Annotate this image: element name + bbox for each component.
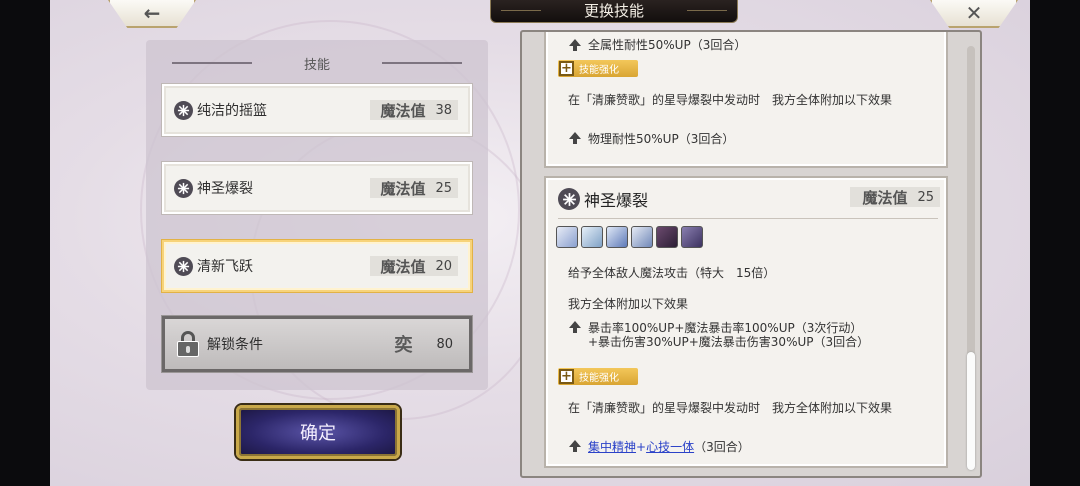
buff-text: 物理耐性50%UP（3回合） (588, 132, 735, 146)
header-ornament-right (382, 62, 462, 64)
link-suffix: （3回合） (694, 440, 750, 454)
enhance-description: 在「清廉赞歌」的星导爆裂中发动时 我方全体附加以下效果 (568, 401, 893, 415)
skill-item-pure-cradle[interactable]: 纯洁的摇篮 魔法值 38 (162, 84, 472, 136)
buff-links: 集中精神+心技一体（3回合） (588, 440, 750, 454)
skill-name: 神圣爆裂 (197, 181, 253, 197)
mp-value: 38 (435, 102, 452, 118)
card-title: 神圣爆裂 (558, 187, 648, 211)
star-burst-icon (174, 178, 193, 198)
wave-icon (681, 226, 703, 248)
buff-up-icon (569, 132, 581, 144)
buff-up-icon (569, 321, 581, 333)
skill-item-fresh-leap[interactable]: 清新飞跃 魔法值 20 (162, 240, 472, 292)
plus-icon: + (559, 61, 574, 76)
link-separator: + (636, 440, 647, 454)
link-heart-skill[interactable]: 心技一体 (646, 440, 694, 454)
skill-name: 纯洁的摇篮 (197, 103, 267, 119)
close-button[interactable]: ✕ (930, 0, 1018, 28)
mp-value: 25 (435, 180, 452, 196)
unlock-stamp-icon: 奕 (394, 335, 413, 356)
effect-icon-row (556, 226, 703, 248)
star-burst-icon (174, 100, 193, 120)
skill-enhance-tag: + 技能强化 (558, 368, 638, 385)
mp-label: 魔法值 (380, 257, 426, 276)
buff-text: 暴击率100%UP+魔法暴击率100%UP（3次行动） (588, 321, 863, 335)
back-button[interactable]: ← (108, 0, 196, 28)
mp-value: 25 (917, 189, 934, 205)
star-burst-icon (558, 188, 580, 210)
skill-enhance-label: 技能强化 (579, 65, 619, 76)
portrait-icon (656, 226, 678, 248)
skill-name: 清新飞跃 (197, 259, 253, 275)
skill-description: 给予全体敌人魔法攻击（特大 15倍） (568, 266, 776, 280)
enhance-description: 在「清廉赞歌」的星导爆裂中发动时 我方全体附加以下效果 (568, 93, 893, 107)
star-burst-icon (174, 256, 193, 276)
skill-list-title: 技能 (303, 58, 330, 73)
divider (558, 218, 938, 219)
wing-icon (556, 226, 578, 248)
title-ornament-left (501, 10, 541, 11)
page-title: 更换技能 (490, 0, 738, 23)
skill-list-panel: 技能 纯洁的摇篮 魔法值 38 神圣爆裂 魔法值 25 清新飞跃 魔法值 20 … (146, 40, 488, 390)
skill-enhance-label: 技能强化 (579, 373, 619, 384)
unlock-value: 80 (436, 336, 453, 352)
back-arrow-icon: ← (143, 1, 161, 25)
confirm-button[interactable]: 确定 (236, 405, 400, 459)
skill-list-header: 技能 (146, 54, 488, 73)
mp-cost: 魔法值 25 (370, 178, 458, 198)
buff-text: 全属性耐性50%UP（3回合） (588, 38, 747, 52)
skill-description: 我方全体附加以下效果 (568, 297, 689, 311)
skill-detail-card-holy-burst: 神圣爆裂 魔法值 25 给予全体敌人魔法攻击（特大 15倍） 我方全体附加以下效… (544, 176, 948, 468)
header-ornament-left (172, 62, 252, 64)
skill-detail-name: 神圣爆裂 (584, 191, 649, 210)
skill-detail-panel[interactable]: 全属性耐性50%UP（3回合） + 技能强化 在「清廉赞歌」的星导爆裂中发动时 … (520, 30, 982, 478)
mp-label: 魔法值 (862, 188, 908, 207)
mp-label: 魔法值 (380, 101, 426, 120)
skill-item-locked[interactable]: 解锁条件 奕 80 (162, 316, 472, 372)
buff-up-icon (569, 440, 581, 452)
page-title-text: 更换技能 (583, 2, 644, 20)
confirm-label: 确定 (300, 423, 336, 444)
game-screen: ← 更换技能 ✕ 技能 纯洁的摇篮 魔法值 38 神圣爆裂 魔法值 25 清新飞… (50, 0, 1030, 486)
buff-text: +暴击伤害30%UP+魔法暴击伤害30%UP（3回合） (588, 335, 870, 349)
mp-label: 魔法值 (380, 179, 426, 198)
buff-up-icon (569, 39, 581, 51)
skill-item-holy-burst[interactable]: 神圣爆裂 魔法值 25 (162, 162, 472, 214)
mp-cost: 魔法值 38 (370, 100, 458, 120)
mp-value: 20 (435, 258, 452, 274)
title-ornament-right (687, 10, 727, 11)
bird-icon (606, 226, 628, 248)
flame-icon (631, 226, 653, 248)
close-icon: ✕ (965, 1, 983, 25)
link-focus[interactable]: 集中精神 (588, 440, 636, 454)
skill-enhance-tag: + 技能强化 (558, 60, 638, 77)
skill-detail-card-previous: 全属性耐性50%UP（3回合） + 技能强化 在「清廉赞歌」的星导爆裂中发动时 … (544, 32, 948, 168)
mp-cost: 魔法值 20 (370, 256, 458, 276)
mp-cost: 魔法值 25 (850, 187, 940, 207)
scrollbar-thumb[interactable] (967, 352, 975, 470)
unlock-condition-label: 解锁条件 (207, 337, 263, 353)
plus-icon: + (559, 369, 574, 384)
spiral-icon (581, 226, 603, 248)
lock-icon (177, 331, 199, 357)
